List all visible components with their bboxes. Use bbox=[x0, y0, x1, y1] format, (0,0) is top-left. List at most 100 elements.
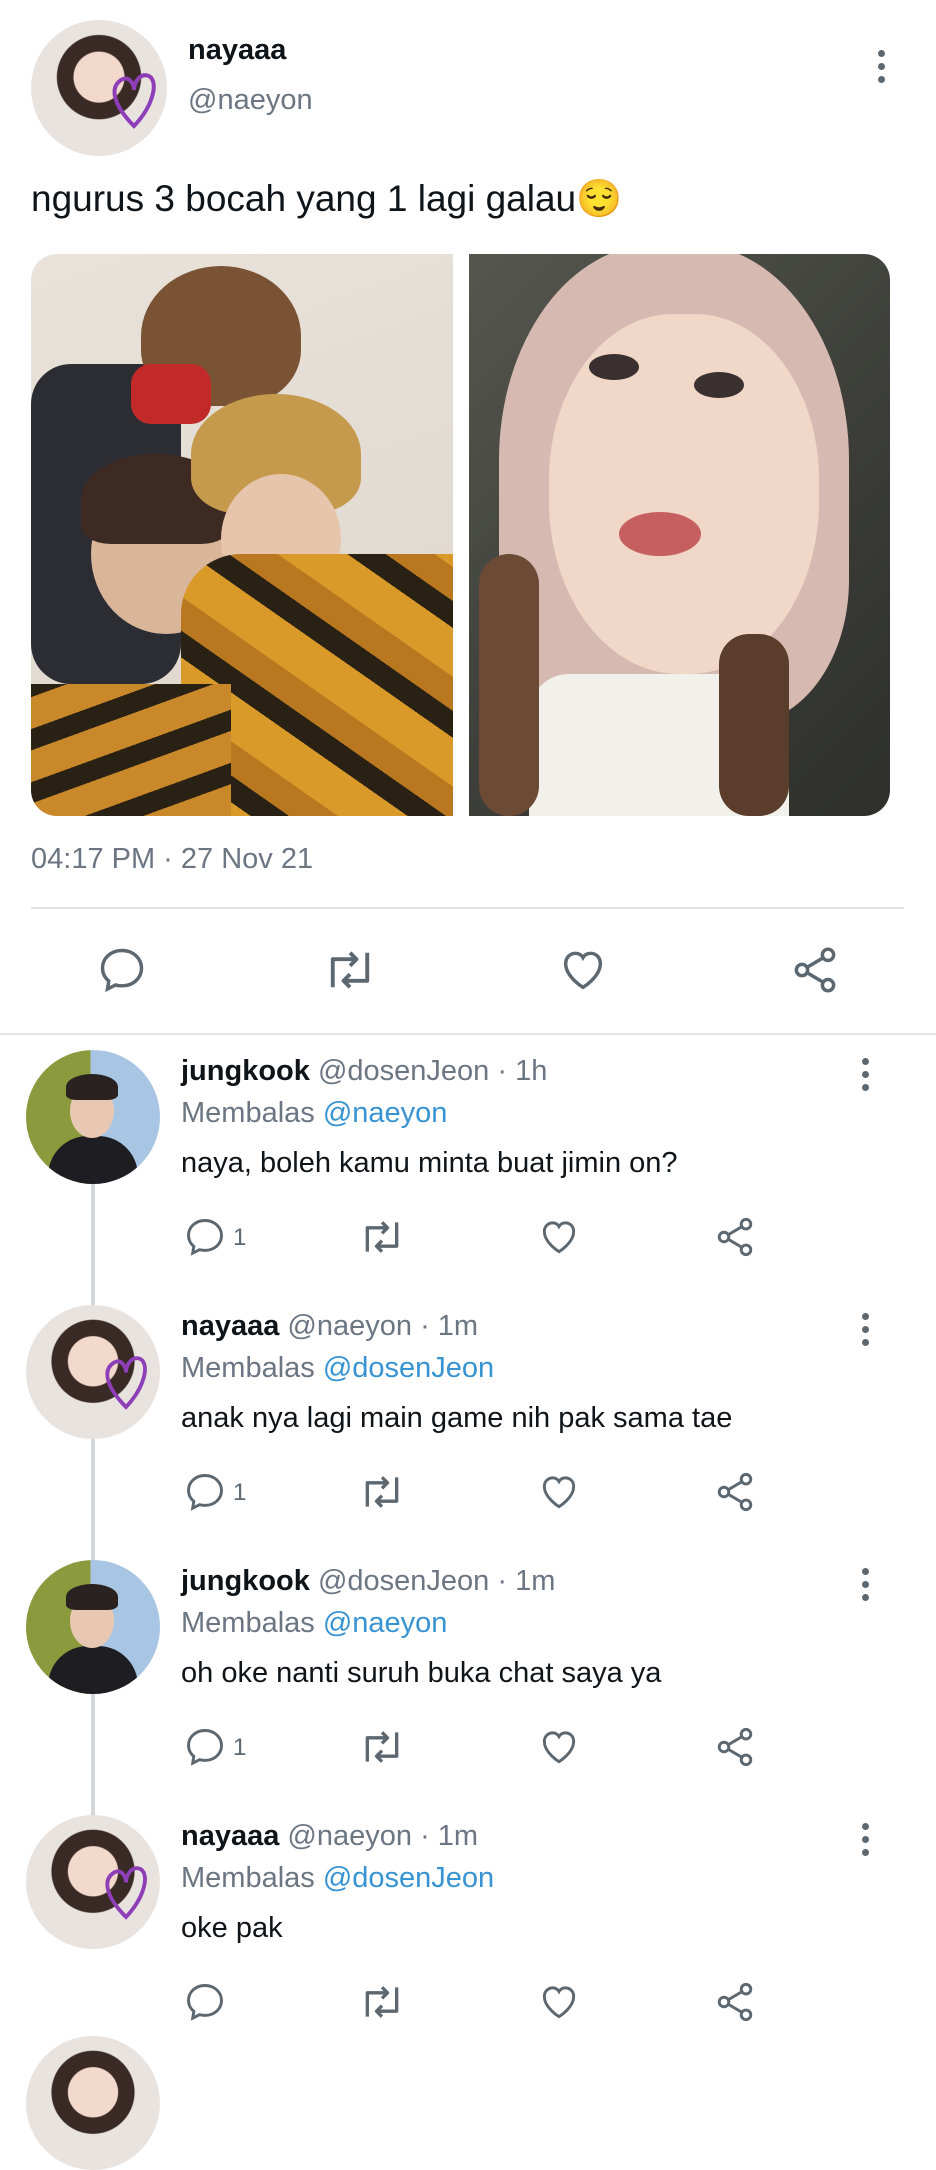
reply-time: · 1m bbox=[420, 1310, 479, 1342]
share-icon[interactable] bbox=[789, 944, 841, 996]
selfie-eye-right bbox=[694, 372, 744, 398]
heart-doodle bbox=[112, 73, 156, 129]
retweet-icon[interactable] bbox=[322, 944, 378, 996]
selfie-braid-right bbox=[719, 634, 789, 816]
post-action-like[interactable] bbox=[557, 944, 609, 996]
post-display-name[interactable]: nayaaa bbox=[188, 34, 286, 67]
reply-action-reply[interactable] bbox=[183, 1725, 227, 1769]
reply-name[interactable]: nayaaa bbox=[181, 1310, 279, 1342]
reply-more-icon[interactable] bbox=[862, 1313, 869, 1352]
retweet-icon[interactable] bbox=[358, 1215, 406, 1259]
reply-more-icon[interactable] bbox=[862, 1568, 869, 1607]
reply-meta: nayaaa @naeyon · 1m bbox=[181, 1310, 478, 1343]
figure-camo-left bbox=[31, 684, 231, 816]
reply-action-reply[interactable] bbox=[183, 1470, 227, 1514]
replying-handle[interactable]: @dosenJeon bbox=[323, 1862, 494, 1894]
reply-time: · 1h bbox=[497, 1055, 548, 1087]
media-image-group[interactable] bbox=[31, 254, 453, 816]
replying-handle[interactable]: @dosenJeon bbox=[323, 1352, 494, 1384]
reply-action-retweet[interactable] bbox=[358, 1215, 406, 1259]
divider-post-actions bbox=[31, 907, 904, 909]
reply-action-retweet[interactable] bbox=[358, 1980, 406, 2024]
media-image-selfie[interactable] bbox=[469, 254, 890, 816]
reply-count: 1 bbox=[233, 1734, 247, 1761]
reply-action-like[interactable] bbox=[537, 1215, 581, 1259]
heart-doodle bbox=[105, 1866, 147, 1920]
retweet-icon[interactable] bbox=[358, 1980, 406, 2024]
share-icon[interactable] bbox=[713, 1725, 757, 1769]
post-handle[interactable]: @naeyon bbox=[188, 84, 313, 117]
post-more-icon[interactable] bbox=[878, 50, 885, 89]
reply-action-reply[interactable] bbox=[183, 1980, 227, 2024]
reply-text: oh oke nanti suruh buka chat saya ya bbox=[181, 1657, 662, 1689]
reply-more-icon[interactable] bbox=[862, 1823, 869, 1862]
reply-text: anak nya lagi main game nih pak sama tae bbox=[181, 1402, 733, 1434]
reply-handle[interactable]: @naeyon bbox=[287, 1820, 412, 1852]
replying-label: Membalas bbox=[181, 1352, 315, 1384]
replying-label: Membalas bbox=[181, 1607, 315, 1639]
reply-action-retweet[interactable] bbox=[358, 1470, 406, 1514]
reply-action-share[interactable] bbox=[713, 1980, 757, 2024]
retweet-icon[interactable] bbox=[358, 1470, 406, 1514]
reply-icon[interactable] bbox=[183, 1980, 227, 2024]
reply-action-share[interactable] bbox=[713, 1725, 757, 1769]
avatar-hair bbox=[66, 1584, 118, 1610]
share-icon[interactable] bbox=[713, 1470, 757, 1514]
reply-1[interactable]: jungkook @dosenJeon · 1h Membalas @naeyo… bbox=[0, 1040, 936, 1295]
reply-action-like[interactable] bbox=[537, 1980, 581, 2024]
post-action-retweet[interactable] bbox=[322, 944, 378, 996]
reply-avatar[interactable] bbox=[26, 1560, 160, 1694]
replying-label: Membalas bbox=[181, 1862, 315, 1894]
reply-icon[interactable] bbox=[96, 944, 148, 996]
reply-icon[interactable] bbox=[183, 1215, 227, 1259]
like-icon[interactable] bbox=[537, 1470, 581, 1514]
like-icon[interactable] bbox=[537, 1725, 581, 1769]
replying-handle[interactable]: @naeyon bbox=[323, 1097, 448, 1129]
post-avatar[interactable] bbox=[31, 20, 167, 156]
replying-handle[interactable]: @naeyon bbox=[323, 1607, 448, 1639]
reply-avatar[interactable] bbox=[26, 1305, 160, 1439]
post-text: ngurus 3 bocah yang 1 lagi galau😌 bbox=[31, 178, 622, 221]
retweet-icon[interactable] bbox=[358, 1725, 406, 1769]
reply-name[interactable]: nayaaa bbox=[181, 1820, 279, 1852]
relieved-emoji: 😌 bbox=[576, 178, 623, 219]
reply-handle[interactable]: @naeyon bbox=[287, 1310, 412, 1342]
reply-more-icon[interactable] bbox=[862, 1058, 869, 1097]
post-header: nayaaa @naeyon bbox=[0, 0, 936, 170]
reply-avatar[interactable] bbox=[26, 1050, 160, 1184]
share-icon[interactable] bbox=[713, 1215, 757, 1259]
reply-text: naya, boleh kamu minta buat jimin on? bbox=[181, 1147, 678, 1179]
reply-text: oke pak bbox=[181, 1912, 283, 1944]
replying-to: Membalas @dosenJeon bbox=[181, 1352, 494, 1385]
reply-handle[interactable]: @dosenJeon bbox=[318, 1055, 489, 1087]
reply-icon[interactable] bbox=[183, 1470, 227, 1514]
avatar-suit bbox=[48, 1646, 138, 1694]
reply-4[interactable]: nayaaa @naeyon · 1m Membalas @dosenJeon … bbox=[0, 1805, 936, 2048]
media-gap bbox=[453, 254, 469, 816]
reply-action-share[interactable] bbox=[713, 1470, 757, 1514]
reply-action-reply[interactable] bbox=[183, 1215, 227, 1259]
reply-action-like[interactable] bbox=[537, 1725, 581, 1769]
share-icon[interactable] bbox=[713, 1980, 757, 2024]
reply-time: · 1m bbox=[497, 1565, 556, 1597]
reply-2[interactable]: nayaaa @naeyon · 1m Membalas @dosenJeon … bbox=[0, 1295, 936, 1550]
like-icon[interactable] bbox=[557, 944, 609, 996]
reply-count: 1 bbox=[233, 1224, 247, 1251]
post-action-share[interactable] bbox=[789, 944, 841, 996]
reply-avatar[interactable] bbox=[26, 1815, 160, 1949]
post-timestamp: 04:17 PM · 27 Nov 21 bbox=[31, 843, 314, 875]
reply-action-retweet[interactable] bbox=[358, 1725, 406, 1769]
reply-action-like[interactable] bbox=[537, 1470, 581, 1514]
replying-to: Membalas @naeyon bbox=[181, 1097, 447, 1130]
reply-action-share[interactable] bbox=[713, 1215, 757, 1259]
like-icon[interactable] bbox=[537, 1215, 581, 1259]
divider-replies bbox=[0, 1033, 936, 1035]
reply-name[interactable]: jungkook bbox=[181, 1055, 310, 1087]
like-icon[interactable] bbox=[537, 1980, 581, 2024]
reply-name[interactable]: jungkook bbox=[181, 1565, 310, 1597]
reply-handle[interactable]: @dosenJeon bbox=[318, 1565, 489, 1597]
reply-icon[interactable] bbox=[183, 1725, 227, 1769]
post-action-reply[interactable] bbox=[96, 944, 148, 996]
reply-3[interactable]: jungkook @dosenJeon · 1m Membalas @naeyo… bbox=[0, 1550, 936, 1805]
reply-meta: jungkook @dosenJeon · 1h bbox=[181, 1055, 547, 1088]
